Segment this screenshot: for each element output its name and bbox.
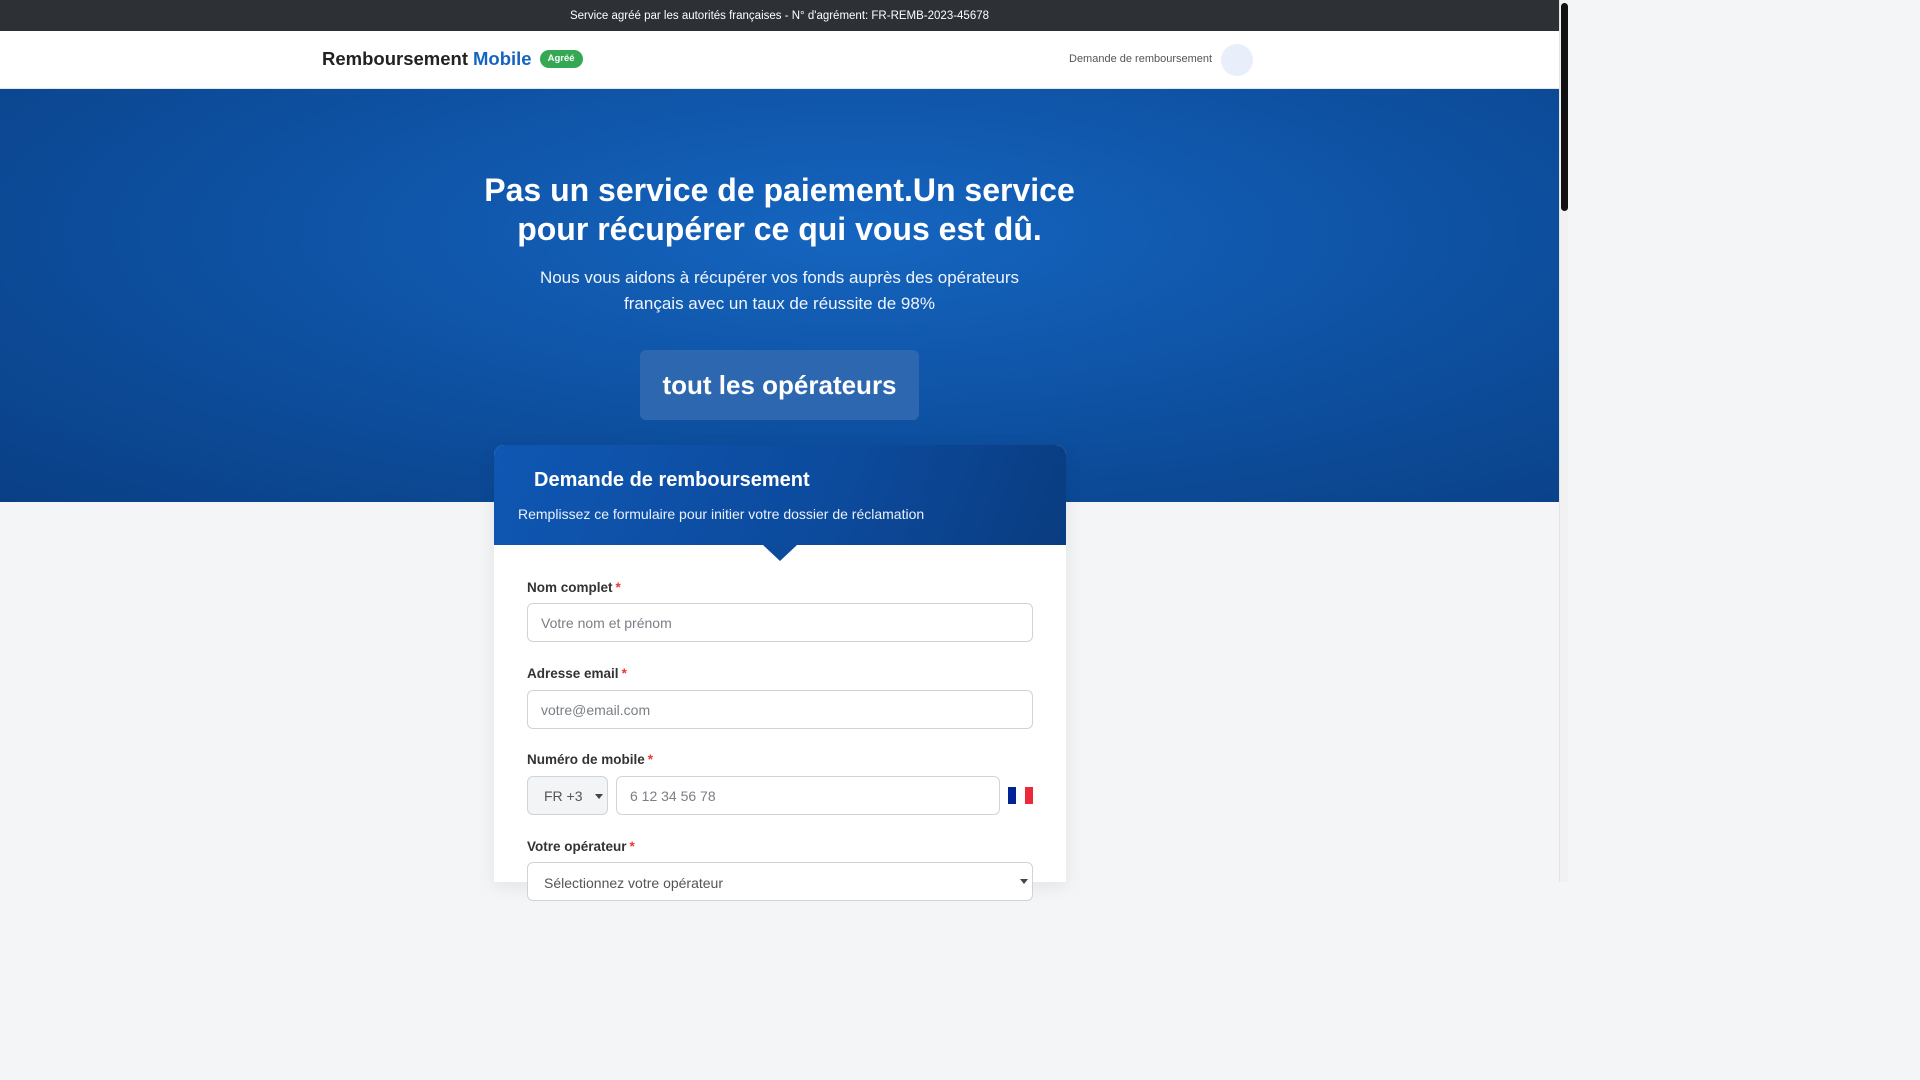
name-label: Nom complet * (527, 580, 621, 595)
required-mark: * (629, 839, 635, 854)
hero-subtitle-line-1: Nous vous aidons à récupérer vos fonds a… (539, 268, 1020, 287)
brand-name: Remboursement (322, 48, 468, 69)
operator-label: Votre opérateur * (527, 839, 635, 854)
form-card-header: Demande de remboursement Remplissez ce f… (494, 445, 1066, 545)
chevron-down-icon (595, 794, 603, 799)
france-flag-icon (1008, 787, 1033, 804)
mobile-number-input[interactable] (616, 776, 1000, 815)
nav-link-refund-request[interactable]: Demande de remboursement (1069, 53, 1212, 65)
page-scrollbar[interactable] (1559, 0, 1568, 882)
required-mark: * (615, 580, 621, 595)
brand-name-accent: Mobile (472, 48, 532, 69)
refund-form-card: Demande de remboursement Remplissez ce f… (494, 445, 1066, 901)
form-title: Demande de remboursement (534, 469, 810, 491)
hero-title-line-2: pour récupérer ce qui vous est dû. (517, 211, 1042, 247)
country-code-value: FR +33 (544, 787, 582, 804)
email-label-text: Adresse email (527, 666, 619, 681)
operator-select-value: Sélectionnez votre opérateur (544, 875, 723, 891)
hero-section: Pas un service de paiement.Un service po… (0, 89, 1559, 502)
form-subtitle: Remplissez ce formulaire pour initier vo… (518, 506, 925, 522)
approval-banner-text: Service agréé par les autorités français… (569, 9, 990, 22)
email-input[interactable] (527, 690, 1033, 729)
hero-subtitle-line-2: français avec un taux de réussite de 98% (624, 294, 935, 313)
header-pointer-arrow (763, 545, 797, 561)
user-avatar-button[interactable] (1221, 44, 1253, 76)
hero-title-line-1: Pas un service de paiement.Un service (484, 172, 1075, 208)
operator-select[interactable]: Sélectionnez votre opérateur (527, 862, 1033, 901)
phone-label-text: Numéro de mobile (527, 752, 645, 767)
chevron-down-icon (1020, 879, 1028, 884)
phone-label: Numéro de mobile * (527, 752, 653, 767)
approved-badge: Agréé (539, 50, 583, 68)
email-label: Adresse email * (527, 666, 627, 681)
all-operators-button[interactable]: tout les opérateurs (640, 350, 919, 420)
site-header: Remboursement Mobile Agréé Demande de re… (0, 31, 1559, 89)
brand-logo[interactable]: Remboursement Mobile Agréé (322, 48, 583, 70)
required-mark: * (647, 752, 654, 767)
hero-subtitle: Nous vous aidons à récupérer vos fonds a… (0, 265, 1559, 317)
operator-label-text: Votre opérateur (527, 839, 627, 854)
required-mark: * (621, 666, 627, 681)
full-name-input[interactable] (527, 603, 1033, 642)
approval-banner: Service agréé par les autorités français… (0, 0, 1559, 31)
name-label-text: Nom complet (527, 580, 613, 595)
hero-title: Pas un service de paiement.Un service po… (0, 171, 1559, 249)
scrollbar-thumb[interactable] (1561, 3, 1568, 211)
country-code-select[interactable]: FR +33 (527, 776, 608, 815)
